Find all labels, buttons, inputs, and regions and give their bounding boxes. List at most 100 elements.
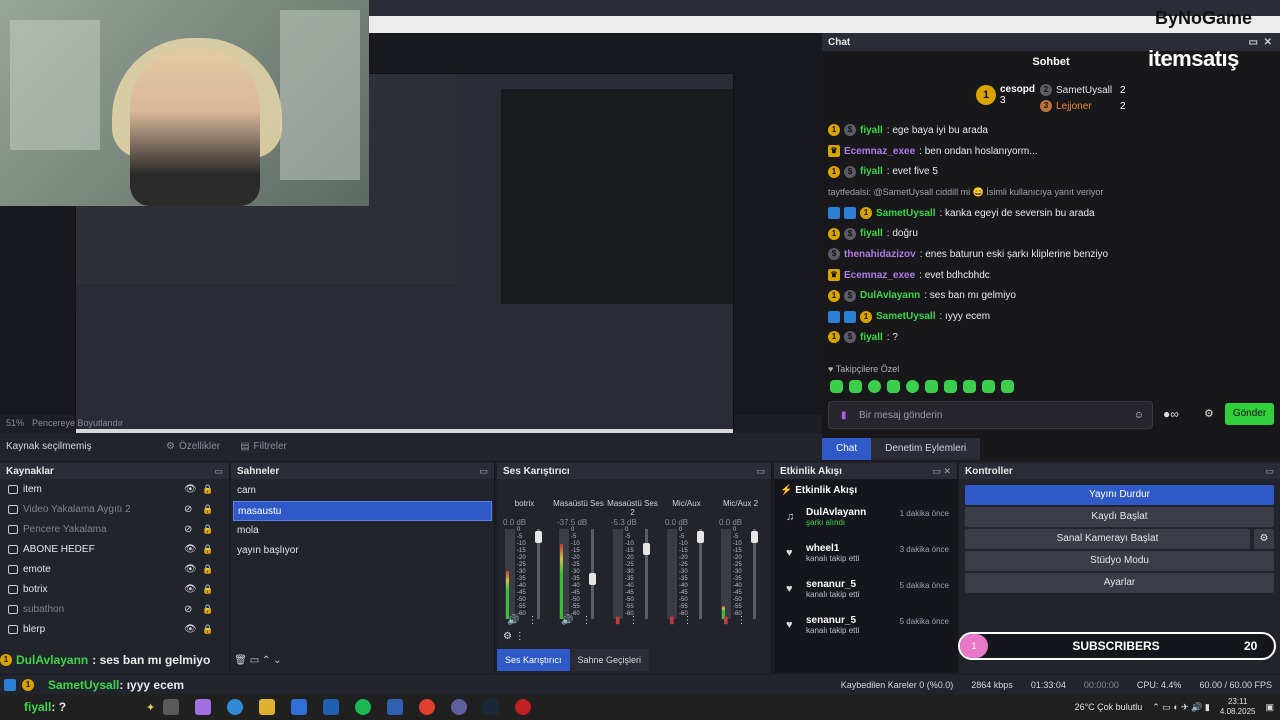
channel-controls[interactable]: ▮ ⋮ (723, 615, 747, 626)
chat-username[interactable]: fiyall (860, 125, 883, 136)
app-icon-2[interactable] (515, 699, 532, 715)
speaker-icon[interactable]: 🔊 (507, 615, 519, 626)
popout-icon[interactable]: ▭ (1265, 466, 1274, 477)
file-explorer-icon[interactable] (259, 699, 276, 715)
fader-knob[interactable] (697, 531, 704, 543)
filters-button[interactable]: ▤ Filtreler (240, 441, 287, 452)
stop-stream-button[interactable]: Yayını Durdur (965, 485, 1274, 505)
mixer-options-icon[interactable]: ⚙ ⋮ (503, 631, 525, 642)
eye-icon[interactable]: 👁 (184, 624, 197, 635)
mixer-channels[interactable]: botrix 0.0 dB 0 -5 -10 -15 -20 -25 -30 -35 -40 -45-… (497, 479, 771, 639)
emote-icon[interactable] (925, 380, 938, 393)
sparkle-icon[interactable]: ✦ (146, 701, 155, 714)
chat-message-list[interactable]: 1 $ fiyall: ege baya iyi bu arada ♛ Ecemnaz_… (828, 120, 1268, 370)
popout-icon[interactable]: ▭ (479, 466, 488, 477)
lock-icon[interactable]: 🔒 (202, 504, 213, 515)
emote-icon[interactable] (982, 380, 995, 393)
source-actions[interactable]: 🗑 ▭ ⌃ ⌄ (234, 655, 281, 666)
source-item[interactable]: ABONE HEDEF 👁 🔒 (0, 539, 229, 559)
popout-icon[interactable]: ▭ (1249, 37, 1258, 48)
edge-icon[interactable] (227, 699, 244, 715)
lock-icon[interactable]: 🔒 (202, 564, 213, 575)
muted-icon[interactable]: ▮ (723, 615, 729, 626)
popout-icon[interactable]: ▭ (756, 466, 765, 477)
channel-controls[interactable]: ▮ ⋮ (669, 615, 693, 626)
settings-button[interactable]: Ayarlar (965, 573, 1274, 593)
fit-to-window[interactable]: Pencereye Boyutlandır (32, 418, 123, 428)
lock-icon[interactable]: 🔒 (202, 484, 213, 495)
source-item[interactable]: subathon ⊘ 🔒 (0, 599, 229, 619)
eye-off-icon[interactable]: ⊘ (184, 524, 192, 535)
tab-audio-mixer[interactable]: Ses Karıştırıcı (497, 649, 570, 671)
lock-icon[interactable]: 🔒 (202, 584, 213, 595)
source-item[interactable]: Video Yakalama Aygıtı 2 ⊘ 🔒 (0, 499, 229, 519)
chat-username[interactable]: SametUysall (876, 208, 935, 219)
close-icon[interactable]: ✕ (1264, 37, 1272, 48)
popout-icon[interactable]: ▭ ✕ (932, 466, 951, 477)
menu-icon[interactable]: ⋮ (683, 615, 693, 626)
eye-off-icon[interactable]: ⊘ (184, 504, 192, 515)
emote-icon[interactable] (868, 380, 881, 393)
channel-controls[interactable]: ▮ ⋮ (615, 615, 639, 626)
gear-icon[interactable]: ⚙ (1204, 407, 1214, 420)
source-item[interactable]: item 👁 🔒 (0, 479, 229, 499)
speaker-icon[interactable]: 🔊 (561, 615, 573, 626)
emote-icon[interactable] (963, 380, 976, 393)
scene-item[interactable]: masaustu (233, 501, 492, 521)
source-item[interactable]: Pencere Yakalama ⊘ 🔒 (0, 519, 229, 539)
fader-knob[interactable] (751, 531, 758, 543)
chat-username[interactable]: Ecemnaz_exee (844, 270, 915, 281)
emote-icon[interactable] (887, 380, 900, 393)
muted-icon[interactable]: ▮ (615, 615, 621, 626)
emote-icon[interactable] (906, 380, 919, 393)
app-icon[interactable] (387, 699, 404, 715)
tab-scene-transitions[interactable]: Sahne Geçişleri (569, 649, 650, 671)
muted-icon[interactable]: ▮ (669, 615, 675, 626)
channel-controls[interactable]: 🔊 ⋮ (561, 615, 591, 626)
chat-username[interactable]: fiyall (860, 332, 883, 343)
spotify-icon[interactable] (355, 699, 372, 715)
lock-icon[interactable]: 🔒 (202, 524, 213, 535)
menu-icon[interactable]: ⋮ (629, 615, 639, 626)
source-item[interactable]: blerp 👁 🔒 (0, 619, 229, 639)
chat-username[interactable]: fiyall (860, 228, 883, 239)
clock[interactable]: 23:11 4.08.2025 (1220, 697, 1256, 717)
studio-mode-button[interactable]: Stüdyo Modu (965, 551, 1274, 571)
eye-icon[interactable]: 👁 (184, 564, 197, 575)
send-button[interactable]: Gönder (1225, 403, 1274, 425)
tab-chat[interactable]: Chat (822, 438, 872, 460)
zoom-indicator[interactable]: 51% Pencereye Boyutlandır (6, 416, 123, 430)
tray-icons[interactable]: ⌃ ▭ ◐ ✈ 🔊 ▮ (1152, 702, 1210, 713)
menu-icon[interactable]: ⋮ (581, 615, 591, 626)
eye-off-icon[interactable]: ⊘ (184, 604, 192, 615)
emote-icon[interactable] (830, 380, 843, 393)
channel-controls[interactable]: 🔊 ⋮ (507, 615, 537, 626)
lock-icon[interactable]: 🔒 (202, 624, 213, 635)
steam-icon[interactable] (483, 699, 500, 715)
weather[interactable]: 26°C Çok bulutlu (1075, 702, 1143, 712)
chat-message-input[interactable]: ▮ Bir mesaj gönderin ☺ (828, 401, 1153, 429)
chat-username[interactable]: DulAvlayann (860, 290, 920, 301)
chrome-icon[interactable] (419, 699, 436, 715)
copilot-icon[interactable] (195, 699, 212, 715)
chat-username[interactable]: thenahidazizov (844, 249, 916, 260)
lock-icon[interactable]: 🔒 (202, 544, 213, 555)
eye-icon[interactable]: 👁 (184, 544, 197, 555)
scene-item[interactable]: cam (233, 481, 492, 501)
menu-icon[interactable]: ⋮ (527, 615, 537, 626)
fader-knob[interactable] (589, 573, 596, 585)
virtual-camera-settings-icon[interactable]: ⚙ (1254, 529, 1274, 549)
notification-icon[interactable]: ▣ (1265, 702, 1274, 713)
store-icon[interactable] (291, 699, 308, 715)
eye-icon[interactable]: 👁 (184, 584, 197, 595)
activity-feed[interactable]: ⚡ Etkinlik Akışı ♫ DulAvlayann şarkı alınd… (774, 479, 957, 673)
chat-username[interactable]: SametUysall (876, 311, 935, 322)
task-view-icon[interactable] (163, 699, 180, 715)
source-item[interactable]: botrix 👁 🔒 (0, 579, 229, 599)
points-icon[interactable]: ●∞ (1163, 407, 1179, 421)
emote-icon[interactable] (944, 380, 957, 393)
emoji-icon[interactable]: ☺ (1134, 410, 1144, 421)
chat-username[interactable]: fiyall (860, 166, 883, 177)
eye-icon[interactable]: 👁 (184, 484, 197, 495)
start-record-button[interactable]: Kaydı Başlat (965, 507, 1274, 527)
